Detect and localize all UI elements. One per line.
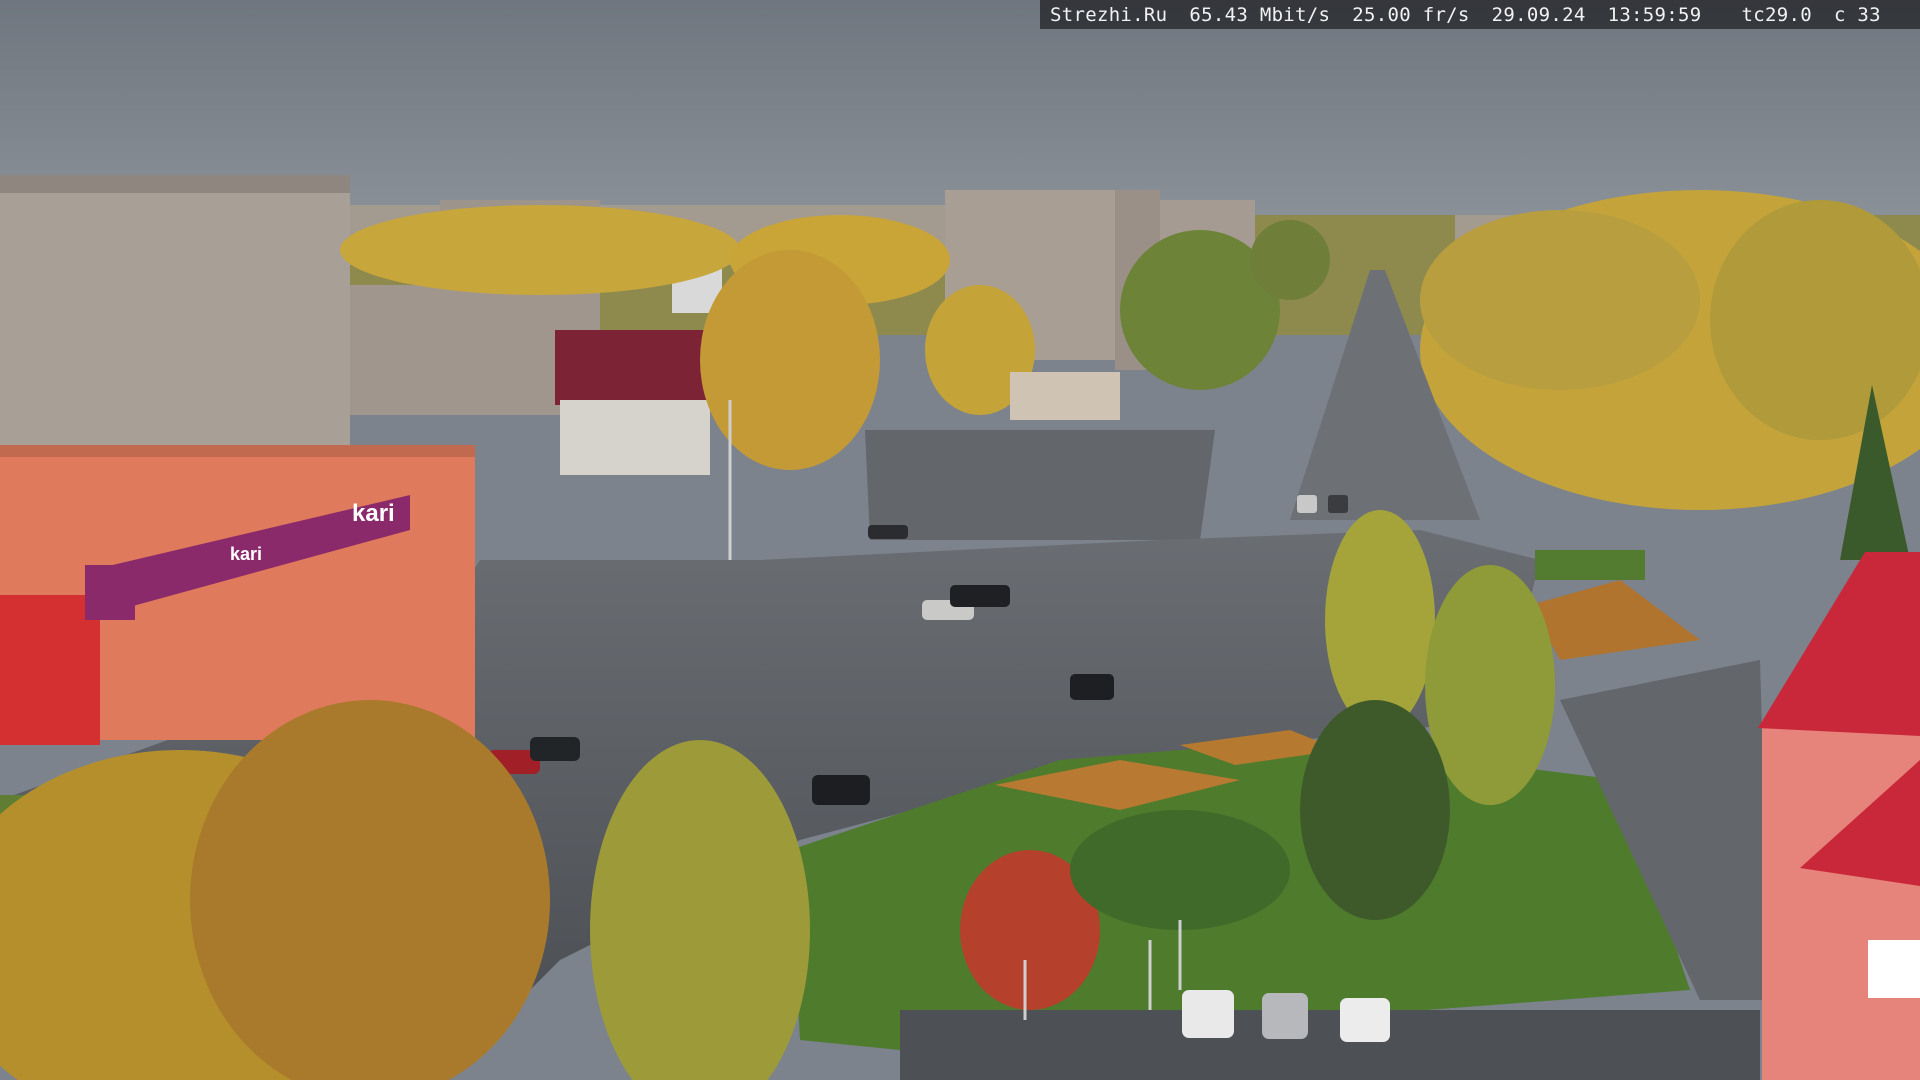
- webcam-scene: kari kari: [0, 0, 1920, 1080]
- store-banner-text: kari: [230, 544, 262, 564]
- maroon-building: [555, 330, 720, 405]
- store-building: [0, 445, 475, 745]
- camera-overlay: Strezhi.Ru 65.43 Mbit/s 25.00 fr/s 29.09…: [1040, 0, 1920, 29]
- flower-bed-3: [1530, 580, 1700, 660]
- overlay-bitrate: 65.43 Mbit/s: [1189, 3, 1331, 26]
- overlay-code: tc29.0: [1741, 3, 1812, 26]
- store-logo: kari: [352, 500, 395, 527]
- park-lawn: [1535, 550, 1645, 580]
- overlay-framerate: 25.00 fr/s: [1352, 3, 1470, 26]
- overlay-channel: c 33: [1833, 3, 1881, 26]
- overlay-time: 13:59:59: [1607, 3, 1702, 26]
- bottom-parking: [900, 1010, 1760, 1080]
- overlay-site: Strezhi.Ru: [1050, 3, 1168, 26]
- small-building: [1010, 372, 1120, 420]
- white-building: [560, 400, 710, 475]
- plaza: [865, 430, 1215, 540]
- right-red-building: [1758, 552, 1920, 1080]
- overlay-date: 29.09.24: [1491, 3, 1586, 26]
